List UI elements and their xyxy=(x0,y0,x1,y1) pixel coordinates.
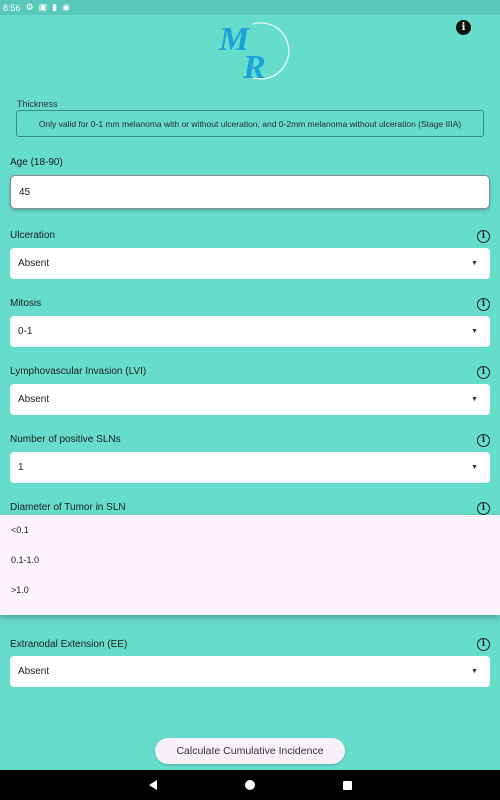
thickness-note: Only valid for 0-1 mm melanoma with or w… xyxy=(16,110,484,137)
app-logo: M R xyxy=(218,21,290,80)
sd-card-icon: ▮ xyxy=(52,2,58,12)
status-time: 8:56 xyxy=(3,2,21,13)
ee-select[interactable]: Absent ▼ xyxy=(10,656,490,687)
mitosis-value: 0-1 xyxy=(18,326,33,337)
dropdown-option[interactable]: <0.1 xyxy=(0,515,500,545)
age-input[interactable]: 45 xyxy=(10,175,490,209)
ee-value: Absent xyxy=(18,666,50,677)
lvi-value: Absent xyxy=(18,394,50,405)
sln-count-label: Number of positive SLNs xyxy=(10,434,121,445)
dropdown-arrow-icon: ▼ xyxy=(471,396,478,403)
sync-icon: ◉ xyxy=(62,2,70,12)
lvi-info-icon[interactable]: i xyxy=(477,366,490,379)
svg-text:R: R xyxy=(242,49,266,80)
recent-apps-icon[interactable] xyxy=(342,780,352,790)
sln-count-value: 1 xyxy=(18,462,24,473)
sln-count-info-icon[interactable]: i xyxy=(477,434,490,447)
status-bar: 8:56 ⚙ ▣ ▮ ◉ xyxy=(0,0,500,15)
thickness-label: Thickness xyxy=(17,99,58,109)
diameter-info-icon[interactable]: i xyxy=(477,502,490,515)
ulceration-info-icon[interactable]: i xyxy=(477,230,490,243)
mitosis-info-icon[interactable]: i xyxy=(477,298,490,311)
notification-icon: ▣ xyxy=(38,2,48,12)
ulceration-value: Absent xyxy=(18,258,50,269)
sln-count-select[interactable]: 1 ▼ xyxy=(10,452,490,483)
ee-info-icon[interactable]: i xyxy=(477,638,490,651)
age-label: Age (18-90) xyxy=(10,157,63,168)
mitosis-label: Mitosis xyxy=(10,298,42,309)
navigation-bar xyxy=(0,770,500,800)
dropdown-arrow-icon: ▼ xyxy=(471,260,478,267)
dropdown-arrow-icon: ▼ xyxy=(471,328,478,335)
settings-icon: ⚙ xyxy=(25,2,34,12)
home-icon[interactable] xyxy=(244,780,255,790)
ee-label: Extranodal Extension (EE) xyxy=(10,639,128,650)
dropdown-option[interactable]: >1.0 xyxy=(0,575,500,605)
ulceration-label: Ulceration xyxy=(10,230,56,241)
diameter-dropdown-menu: <0.1 0.1-1.0 >1.0 xyxy=(0,515,500,615)
back-icon[interactable] xyxy=(148,780,157,790)
mitosis-select[interactable]: 0-1 ▼ xyxy=(10,316,490,347)
dropdown-arrow-icon: ▼ xyxy=(471,464,478,471)
calculate-button[interactable]: Calculate Cumulative Incidence xyxy=(155,738,345,764)
ulceration-select[interactable]: Absent ▼ xyxy=(10,248,490,279)
info-icon[interactable]: i xyxy=(456,20,471,35)
dropdown-arrow-icon: ▼ xyxy=(471,668,478,675)
lvi-select[interactable]: Absent ▼ xyxy=(10,384,490,415)
lvi-label: Lymphovascular Invasion (LVI) xyxy=(10,366,147,377)
dropdown-option[interactable]: 0.1-1.0 xyxy=(0,545,500,575)
diameter-label: Diameter of Tumor in SLN xyxy=(10,502,126,513)
